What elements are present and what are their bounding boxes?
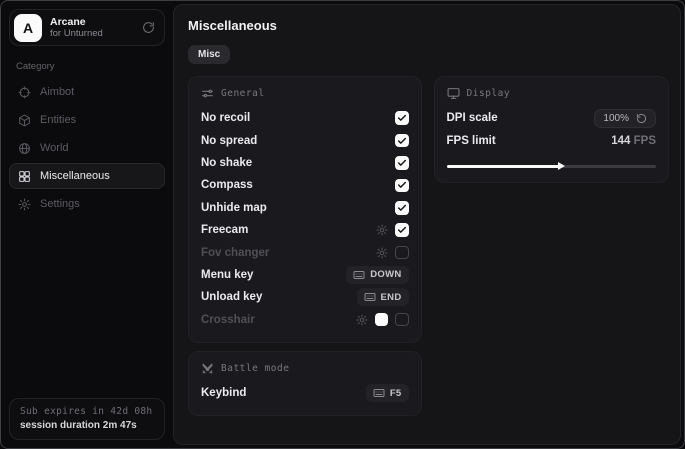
monitor-icon <box>447 87 460 100</box>
sidebar-item-entities[interactable]: Entities <box>9 107 165 133</box>
general-panel: General No recoil No spread No shake <box>188 76 422 343</box>
row-keybind: Keybind F5 <box>201 382 409 404</box>
row-compass: Compass <box>201 174 409 196</box>
battle-keybind-button[interactable]: F5 <box>366 384 409 402</box>
fov-settings-gear-icon[interactable] <box>376 247 388 259</box>
grid-icon <box>18 170 31 183</box>
row-menu-key: Menu key DOWN <box>201 264 409 286</box>
gear-icon <box>18 198 31 211</box>
page-title: Miscellaneous <box>188 18 669 33</box>
panel-title-battle-mode: Battle mode <box>221 363 289 374</box>
sidebar-item-world[interactable]: World <box>9 135 165 161</box>
freecam-settings-gear-icon[interactable] <box>376 224 388 236</box>
fov-changer-checkbox[interactable] <box>395 246 409 260</box>
subscription-status-card: Sub expires in 42d 08h session duration … <box>9 398 165 440</box>
dpi-scale-value: 100% <box>603 113 629 124</box>
sidebar-item-settings[interactable]: Settings <box>9 191 165 217</box>
row-dpi-scale: DPI scale 100% <box>447 107 657 129</box>
row-fov-changer: Fov changer <box>201 241 409 263</box>
sub-expiry-text: Sub expires in 42d 08h <box>20 406 154 417</box>
unhide-map-checkbox[interactable] <box>395 201 409 215</box>
fps-limit-slider[interactable] <box>447 161 657 171</box>
logo-card: A Arcane for Unturned <box>9 9 165 46</box>
panel-title-display: Display <box>467 88 511 99</box>
crosshair-settings-gear-icon[interactable] <box>356 314 368 326</box>
sidebar-item-aimbot[interactable]: Aimbot <box>9 79 165 105</box>
row-unhide-map: Unhide map <box>201 197 409 219</box>
no-spread-checkbox[interactable] <box>395 134 409 148</box>
crosshair-checkbox[interactable] <box>395 313 409 327</box>
battle-mode-panel: Battle mode Keybind F5 <box>188 351 422 416</box>
row-freecam: Freecam <box>201 219 409 241</box>
sliders-icon <box>201 87 214 100</box>
slider-fill <box>447 165 560 168</box>
main-content: Miscellaneous Misc General No recoil <box>173 4 681 445</box>
no-shake-checkbox[interactable] <box>395 156 409 170</box>
keyboard-icon <box>353 269 365 281</box>
sidebar-item-label: Miscellaneous <box>40 170 110 182</box>
display-panel: Display DPI scale 100% FPS limit <box>434 76 670 183</box>
sidebar-item-label: Entities <box>40 114 76 126</box>
row-no-spread: No spread <box>201 129 409 151</box>
tab-bar: Misc <box>188 44 669 64</box>
sidebar-item-label: Aimbot <box>40 86 74 98</box>
row-no-recoil: No recoil <box>201 107 409 129</box>
app-title: Arcane <box>50 16 103 29</box>
freecam-checkbox[interactable] <box>395 223 409 237</box>
sidebar-item-label: Settings <box>40 198 80 210</box>
avatar: A <box>14 14 42 42</box>
swords-icon <box>201 362 214 375</box>
panel-title-general: General <box>221 88 265 99</box>
sidebar: A Arcane for Unturned Category Aimbot <box>1 1 173 448</box>
category-label: Category <box>16 61 158 72</box>
keyboard-icon <box>373 387 385 399</box>
keyboard-icon <box>364 291 376 303</box>
compass-checkbox[interactable] <box>395 179 409 193</box>
cube-icon <box>18 114 31 127</box>
sidebar-nav: Aimbot Entities World Miscellaneous <box>9 79 165 217</box>
reset-icon[interactable] <box>636 113 647 124</box>
session-duration-text: session duration 2m 47s <box>20 420 154 431</box>
no-recoil-checkbox[interactable] <box>395 111 409 125</box>
sync-icon[interactable] <box>142 21 155 34</box>
crosshair-icon <box>18 86 31 99</box>
row-unload-key: Unload key END <box>201 286 409 308</box>
globe-icon <box>18 142 31 155</box>
menu-keybind-button[interactable]: DOWN <box>346 266 408 284</box>
row-fps-limit: FPS limit 144 FPS <box>447 129 657 151</box>
tab-misc[interactable]: Misc <box>188 45 230 64</box>
row-crosshair: Crosshair <box>201 309 409 331</box>
fps-limit-value: 144 FPS <box>611 135 656 147</box>
unload-keybind-button[interactable]: END <box>357 288 409 306</box>
row-no-shake: No shake <box>201 152 409 174</box>
dpi-scale-control[interactable]: 100% <box>594 109 656 128</box>
app-subtitle: for Unturned <box>50 28 103 39</box>
sidebar-item-label: World <box>40 142 69 154</box>
crosshair-color-swatch[interactable] <box>375 313 389 327</box>
sidebar-item-miscellaneous[interactable]: Miscellaneous <box>9 163 165 189</box>
slider-thumb[interactable] <box>558 162 565 170</box>
app-window: A Arcane for Unturned Category Aimbot <box>0 0 685 449</box>
